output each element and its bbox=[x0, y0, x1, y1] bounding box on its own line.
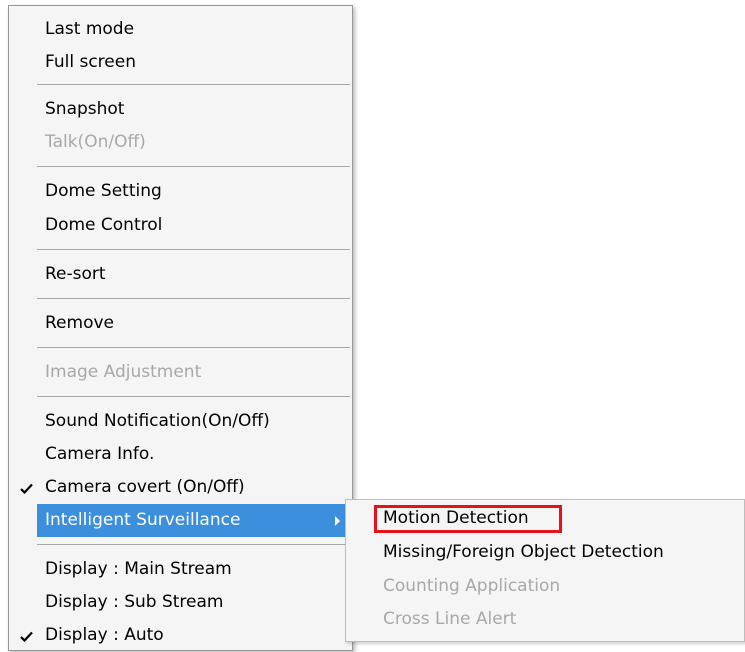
menu-item-label: Missing/Foreign Object Detection bbox=[383, 542, 664, 562]
menu-item-label: Display : Auto bbox=[45, 625, 164, 645]
checkmark-icon bbox=[20, 471, 34, 504]
context-menu: Last mode Full screen Snapshot Talk(On/O… bbox=[8, 5, 353, 651]
menu-item-label: Snapshot bbox=[45, 99, 125, 119]
menu-item-talk: Talk(On/Off) bbox=[9, 126, 352, 159]
menu-separator bbox=[37, 396, 350, 397]
menu-item-label: Last mode bbox=[45, 19, 135, 39]
intelligent-surveillance-submenu: Motion Detection Missing/Foreign Object … bbox=[345, 499, 745, 642]
menu-item-re-sort[interactable]: Re-sort bbox=[9, 258, 352, 291]
menu-item-image-adjustment: Image Adjustment bbox=[9, 356, 352, 389]
menu-separator bbox=[37, 249, 350, 250]
menu-item-label: Remove bbox=[45, 313, 114, 333]
menu-separator bbox=[37, 544, 350, 545]
menu-item-display-sub-stream[interactable]: Display : Sub Stream bbox=[9, 586, 352, 619]
menu-separator bbox=[37, 347, 350, 348]
menu-item-remove[interactable]: Remove bbox=[9, 307, 352, 340]
submenu-arrow-icon bbox=[335, 516, 340, 526]
menu-item-last-mode[interactable]: Last mode bbox=[9, 13, 352, 46]
menu-item-snapshot[interactable]: Snapshot bbox=[9, 93, 352, 126]
menu-item-label: Sound Notification(On/Off) bbox=[45, 411, 270, 431]
menu-item-label: Talk(On/Off) bbox=[45, 132, 146, 152]
menu-separator bbox=[37, 166, 350, 167]
menu-item-label: Motion Detection bbox=[383, 508, 529, 528]
menu-item-camera-covert[interactable]: Camera covert (On/Off) bbox=[9, 471, 352, 504]
menu-item-dome-control[interactable]: Dome Control bbox=[9, 209, 352, 242]
menu-item-intelligent-surveillance[interactable]: Intelligent Surveillance bbox=[37, 504, 350, 537]
menu-item-label: Display : Sub Stream bbox=[45, 592, 224, 612]
menu-item-label: Cross Line Alert bbox=[383, 609, 517, 629]
menu-item-camera-info[interactable]: Camera Info. bbox=[9, 438, 352, 471]
menu-item-sound-notification[interactable]: Sound Notification(On/Off) bbox=[9, 405, 352, 438]
menu-separator bbox=[37, 84, 350, 85]
menu-item-label: Intelligent Surveillance bbox=[45, 510, 241, 530]
menu-item-label: Display : Main Stream bbox=[45, 559, 232, 579]
menu-item-label: Image Adjustment bbox=[45, 362, 202, 382]
menu-item-label: Dome Control bbox=[45, 215, 163, 235]
submenu-item-missing-foreign-object-detection[interactable]: Missing/Foreign Object Detection bbox=[346, 536, 744, 569]
submenu-item-cross-line-alert: Cross Line Alert bbox=[346, 603, 744, 636]
menu-item-display-main-stream[interactable]: Display : Main Stream bbox=[9, 553, 352, 586]
menu-item-label: Camera covert (On/Off) bbox=[45, 477, 245, 497]
menu-item-label: Re-sort bbox=[45, 264, 106, 284]
menu-item-label: Full screen bbox=[45, 52, 136, 72]
menu-item-dome-setting[interactable]: Dome Setting bbox=[9, 175, 352, 208]
menu-item-label: Camera Info. bbox=[45, 444, 155, 464]
submenu-item-counting-application: Counting Application bbox=[346, 570, 744, 603]
menu-item-full-screen[interactable]: Full screen bbox=[9, 46, 352, 79]
submenu-item-motion-detection[interactable]: Motion Detection bbox=[346, 502, 744, 535]
menu-item-label: Counting Application bbox=[383, 576, 561, 596]
menu-separator bbox=[37, 298, 350, 299]
menu-item-label: Dome Setting bbox=[45, 181, 162, 201]
menu-item-display-auto[interactable]: Display : Auto bbox=[9, 619, 352, 652]
checkmark-icon bbox=[20, 619, 34, 652]
